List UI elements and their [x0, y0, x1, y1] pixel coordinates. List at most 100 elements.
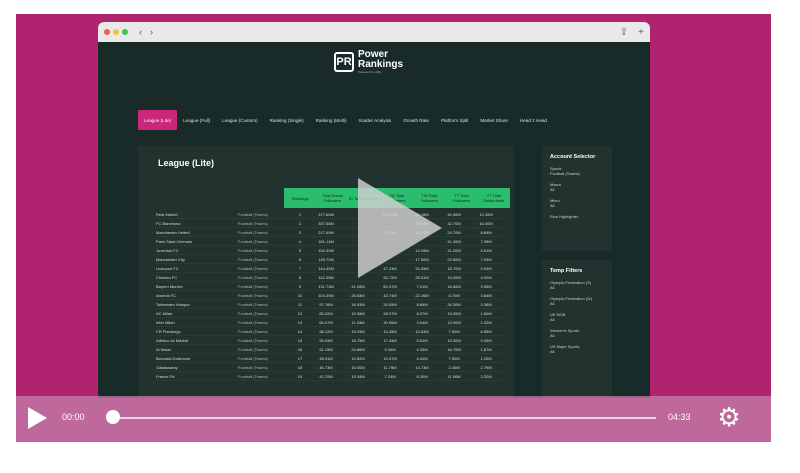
- share-icon[interactable]: ⇪: [620, 27, 628, 38]
- table-cell: 7.24M: [384, 373, 396, 379]
- nav-tab-5[interactable]: Scatter Analysis: [353, 110, 398, 130]
- table-cell: 7.39M: [480, 238, 492, 244]
- nav-tab-2[interactable]: League (Custom): [216, 110, 264, 130]
- forward-icon[interactable]: ›: [150, 27, 153, 37]
- close-dot[interactable]: [104, 29, 110, 35]
- filter-item[interactable]: Sports Football (Teams): [550, 166, 604, 176]
- table-row[interactable]: Manchester United Football (Teams) 3 217.49…: [156, 228, 508, 237]
- filter-item[interactable]: US Major Sports All: [550, 344, 604, 354]
- table-cell: 3.95M: [480, 283, 492, 289]
- maximize-dot[interactable]: [122, 29, 128, 35]
- table-cell: 15.00M: [351, 364, 365, 370]
- column-header[interactable]: YT Total Subscribers: [478, 188, 510, 208]
- table-cell: 15.00M: [447, 337, 461, 343]
- table-cell: 14: [297, 328, 303, 334]
- table-row[interactable]: Atlético de Madrid Football (Teams) 15 55.0…: [156, 336, 508, 345]
- table-cell: 24.70M: [447, 229, 461, 235]
- table-cell: 8.89M: [416, 301, 428, 307]
- table-cell: 55.09M: [319, 337, 333, 343]
- column-header[interactable]: TT Total Followers: [445, 188, 477, 208]
- filter-item[interactable]: Macro All: [550, 182, 604, 192]
- progress-handle[interactable]: [106, 410, 120, 424]
- table-row[interactable]: France FA Football (Teams) 19 42.70M 15.34M 7…: [156, 372, 508, 381]
- table-cell: 42.74M: [383, 292, 397, 298]
- table-cell: 41.59M: [351, 283, 365, 289]
- table-cell: 97.76M: [319, 301, 333, 307]
- table-row[interactable]: AC Milan Football (Teams) 12 65.22M 15.98M 28…: [156, 309, 508, 318]
- table-cell: 4.33M: [416, 346, 428, 352]
- table-cell: 8: [298, 274, 302, 280]
- table-cell: 11.75M: [383, 364, 397, 370]
- table-cell: 60.07M: [319, 319, 333, 325]
- table-cell: Football (Teams): [238, 229, 268, 235]
- filter-item[interactable]: Olympic Federation (W) All: [550, 296, 604, 306]
- table-cell: 337.58M: [318, 220, 334, 226]
- table-row[interactable]: Paris Saint-Germain Football (Teams) 4 181.…: [156, 237, 508, 246]
- nav-tab-1[interactable]: League (Full): [177, 110, 216, 130]
- big-play-icon[interactable]: [358, 178, 442, 278]
- nav-tab-7[interactable]: Platform Split: [435, 110, 474, 130]
- table-cell: 19.29M: [351, 328, 365, 334]
- filter-item[interactable]: Micro All: [550, 198, 604, 208]
- table-row[interactable]: Manchester City Football (Teams) 6 149.72M 1…: [156, 255, 508, 264]
- table-row[interactable]: FC Barcelona Football (Teams) 2 337.58M 48.6…: [156, 219, 508, 228]
- table-cell: France FA: [156, 373, 175, 379]
- table-cell: 5.34M: [384, 346, 396, 352]
- table-cell: Football (Teams): [238, 310, 268, 316]
- table-row[interactable]: Real Madrid Football (Teams) 1 377.60M 121.6…: [156, 210, 508, 219]
- table-row[interactable]: Liverpool FC Football (Teams) 7 144.42M 47.2…: [156, 264, 508, 273]
- table-cell: 6.70M: [448, 292, 460, 298]
- table-cell: Chelsea FC: [156, 274, 178, 280]
- table-cell: Football (Teams): [238, 283, 268, 289]
- table-cell: 15.57M: [383, 355, 397, 361]
- nav-tab-0[interactable]: League (Lite): [138, 110, 178, 130]
- progress-track[interactable]: [111, 417, 656, 419]
- nav-tab-9[interactable]: Head 2 Head: [514, 110, 553, 130]
- table-row[interactable]: Chelsea FC Football (Teams) 8 142.39M 54.72M…: [156, 273, 508, 282]
- table-row[interactable]: Bayern Munich Football (Teams) 9 131.73M 41.…: [156, 282, 508, 291]
- table-cell: Galatasaray: [156, 364, 178, 370]
- table-cell: 2.40M: [448, 364, 460, 370]
- nav-tab-6[interactable]: Growth Rate: [397, 110, 435, 130]
- minimize-dot[interactable]: [113, 29, 119, 35]
- table-cell: AC Milan: [156, 310, 173, 316]
- table-cell: 13: [297, 319, 303, 325]
- new-tab-icon[interactable]: +: [638, 27, 644, 38]
- video-controls: 00:00 04:33 ⚙: [16, 396, 771, 442]
- filter-item[interactable]: Women's Sports All: [550, 328, 604, 338]
- table-cell: 1.62M: [480, 310, 492, 316]
- table-cell: 2: [298, 220, 302, 226]
- column-header[interactable]: Total Social Followers: [316, 188, 348, 208]
- nav-tab-8[interactable]: Market Share: [474, 110, 514, 130]
- brand-logo: PR Power Rankings Powered by Hiffly: [334, 50, 403, 74]
- table-row[interactable]: CR Flamengo Football (Teams) 14 58.12M 19.29…: [156, 327, 508, 336]
- table-cell: Football (Teams): [238, 238, 268, 244]
- table-cell: 18.80M: [447, 283, 461, 289]
- table-cell: 40.90M: [447, 211, 461, 217]
- table-cell: 5: [298, 247, 302, 253]
- filter-item[interactable]: UK NGB All: [550, 312, 604, 322]
- nav-tab-4[interactable]: Ranking (Multi): [310, 110, 353, 130]
- table-row[interactable]: Inter Milan Football (Teams) 13 60.07M 11.34…: [156, 318, 508, 327]
- table-row[interactable]: Borussia Dortmund Football (Teams) 17 48.91…: [156, 354, 508, 363]
- table-row[interactable]: Arsenal FC Football (Teams) 10 104.39M 26.83…: [156, 291, 508, 300]
- table-cell: 18.70M: [447, 265, 461, 271]
- filter-item[interactable]: Row Highlighter: [550, 214, 604, 219]
- play-icon[interactable]: [28, 407, 47, 429]
- nav-tab-3[interactable]: Ranking (Single): [264, 110, 310, 130]
- table-cell: Arsenal FC: [156, 292, 177, 298]
- column-header[interactable]: Rankings: [284, 188, 316, 208]
- table-row[interactable]: Juventus FC Football (Teams) 5 154.30M 12.09…: [156, 246, 508, 255]
- table-cell: Football (Teams): [238, 292, 268, 298]
- filter-item[interactable]: Olympic Federation (S) All: [550, 280, 604, 290]
- logo-title-2: Rankings: [358, 59, 404, 70]
- table-cell: 28.07M: [383, 310, 397, 316]
- back-icon[interactable]: ‹: [139, 27, 142, 37]
- settings-gear-icon[interactable]: ⚙: [716, 404, 742, 430]
- table-row[interactable]: Tottenham Hotspur Football (Teams) 11 97.76…: [156, 300, 508, 309]
- table-cell: 11.50M: [447, 373, 461, 379]
- table-row[interactable]: Al Nassr Football (Teams) 16 51.15M 24.66M 5.…: [156, 345, 508, 354]
- table-cell: Football (Teams): [238, 301, 268, 307]
- table-cell: FC Barcelona: [156, 220, 181, 226]
- table-row[interactable]: Galatasaray Football (Teams) 18 46.73M 15.00…: [156, 363, 508, 372]
